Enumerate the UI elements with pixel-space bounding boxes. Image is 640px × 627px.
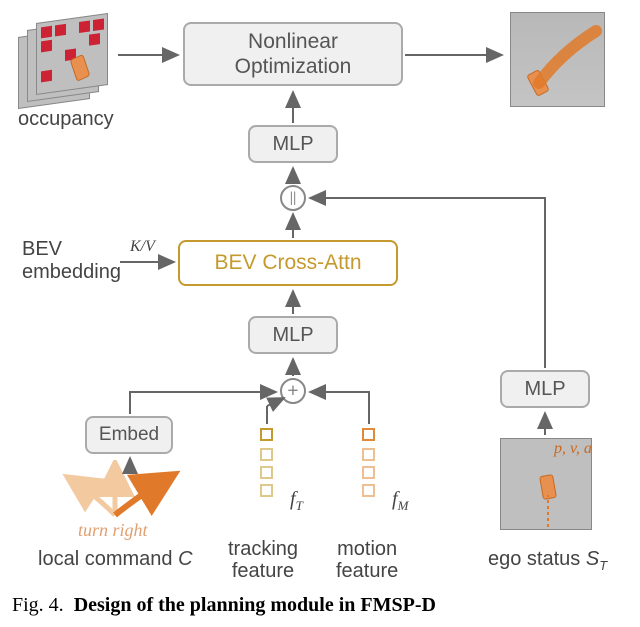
embed-box: Embed bbox=[85, 416, 173, 454]
diagram-canvas: occupancy Nonlinear Optimization MLP || … bbox=[0, 0, 640, 627]
fT-label: fT bbox=[290, 488, 303, 514]
mlp-mid-box: MLP bbox=[248, 316, 338, 354]
output-trajectory bbox=[510, 12, 605, 107]
tracking-token bbox=[260, 448, 273, 461]
mlp-top-box: MLP bbox=[248, 125, 338, 163]
figure-caption: Fig. 4. Design of the planning module in… bbox=[12, 594, 628, 617]
motion-token bbox=[362, 484, 375, 497]
local-command-label: local command C bbox=[38, 548, 193, 571]
ego-status-label: ego status ST bbox=[488, 548, 607, 573]
bev-cross-attn-box: BEV Cross-Attn bbox=[178, 240, 398, 286]
concat-op: || bbox=[280, 185, 306, 211]
motion-token bbox=[362, 466, 375, 479]
occupancy-label: occupancy bbox=[18, 108, 114, 131]
pva-label: p, v, a bbox=[554, 440, 592, 458]
plus-symbol: + bbox=[287, 381, 298, 401]
tracking-token bbox=[260, 466, 273, 479]
turn-right-text: turn right bbox=[78, 520, 148, 541]
motion-token bbox=[362, 448, 375, 461]
tracking-token bbox=[260, 428, 273, 441]
tracking-token bbox=[260, 484, 273, 497]
bev-embedding-label: BEV embedding bbox=[22, 238, 121, 284]
motion-feature-label: motion feature bbox=[336, 538, 398, 582]
fM-label: fM bbox=[392, 488, 408, 514]
concat-symbol: || bbox=[290, 190, 297, 207]
kv-label: K/V bbox=[130, 238, 155, 256]
motion-token bbox=[362, 428, 375, 441]
mlp-right-box: MLP bbox=[500, 370, 590, 408]
add-op: + bbox=[280, 378, 306, 404]
tracking-feature-label: tracking feature bbox=[228, 538, 298, 582]
nonlinear-optimization-box: Nonlinear Optimization bbox=[183, 22, 403, 86]
